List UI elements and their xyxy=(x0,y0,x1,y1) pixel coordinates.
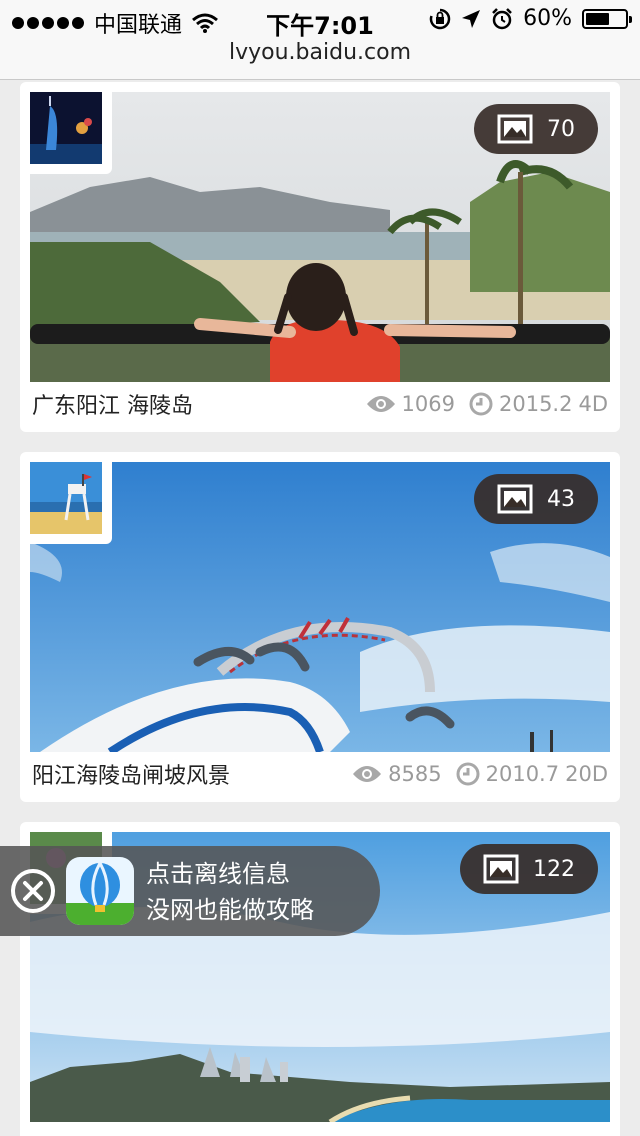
photo-count: 43 xyxy=(547,486,575,512)
promo-line-2: 没网也能做攻略 xyxy=(146,896,314,924)
travel-card[interactable]: 43 阳江海陵岛闸坡风景 8585 2010.7 20D xyxy=(20,452,620,802)
close-icon[interactable] xyxy=(10,868,56,914)
travel-card[interactable]: 70 广东阳江 海陵岛 1069 2015.2 4D xyxy=(20,82,620,432)
picture-icon xyxy=(497,114,533,144)
picture-icon xyxy=(497,484,533,514)
battery-icon xyxy=(582,8,632,29)
eye-icon xyxy=(366,396,395,412)
card-photo[interactable]: 43 xyxy=(30,462,610,752)
card-photo[interactable]: 70 xyxy=(30,92,610,382)
location-arrow-icon xyxy=(462,9,481,28)
photo-count-badge[interactable]: 43 xyxy=(474,474,598,524)
trip-duration: 4D xyxy=(578,392,608,416)
card-caption: 阳江海陵岛闸坡风景 8585 2010.7 20D xyxy=(32,752,608,796)
card-title[interactable]: 阳江海陵岛闸坡风景 xyxy=(32,758,230,790)
author-thumbnail[interactable] xyxy=(30,92,112,174)
night-tower-thumbnail-image xyxy=(30,92,102,164)
clock-icon xyxy=(456,762,480,786)
trip-duration: 20D xyxy=(565,762,608,786)
rotation-lock-icon xyxy=(429,8,451,29)
card-meta: 1069 2015.2 4D xyxy=(366,392,608,416)
battery-percent: 60% xyxy=(523,6,572,31)
photo-count-badge[interactable]: 70 xyxy=(474,104,598,154)
offline-promo-banner[interactable]: 点击离线信息 没网也能做攻略 xyxy=(0,846,380,936)
view-count: 8585 xyxy=(388,762,442,786)
url-bar[interactable]: lvyou.baidu.com xyxy=(0,40,640,80)
lifeguard-tower-thumbnail-image xyxy=(30,462,102,534)
picture-icon xyxy=(483,854,519,884)
eye-icon xyxy=(353,766,382,782)
photo-count-badge[interactable]: 122 xyxy=(460,844,598,894)
promo-line-1: 点击离线信息 xyxy=(146,860,290,888)
card-title[interactable]: 广东阳江 海陵岛 xyxy=(32,388,193,420)
status-right: 60% xyxy=(429,6,632,31)
alarm-icon xyxy=(492,7,512,29)
status-bar: 中国联通 下午7:01 60% xyxy=(0,0,640,40)
view-count: 1069 xyxy=(401,392,455,416)
author-thumbnail[interactable] xyxy=(30,462,112,544)
hot-air-balloon-icon xyxy=(66,857,134,925)
clock-icon xyxy=(469,392,493,416)
card-caption: 广东阳江 海陵岛 1069 2015.2 4D xyxy=(32,382,608,426)
app-icon[interactable] xyxy=(66,857,134,925)
photo-count: 70 xyxy=(547,116,575,142)
trip-date: 2015.2 xyxy=(498,392,573,416)
url-text: lvyou.baidu.com xyxy=(229,40,411,65)
promo-text: 点击离线信息 没网也能做攻略 xyxy=(146,856,314,928)
photo-count: 122 xyxy=(533,856,575,882)
trip-date: 2010.7 xyxy=(485,762,560,786)
card-meta: 8585 2010.7 20D xyxy=(352,762,608,786)
